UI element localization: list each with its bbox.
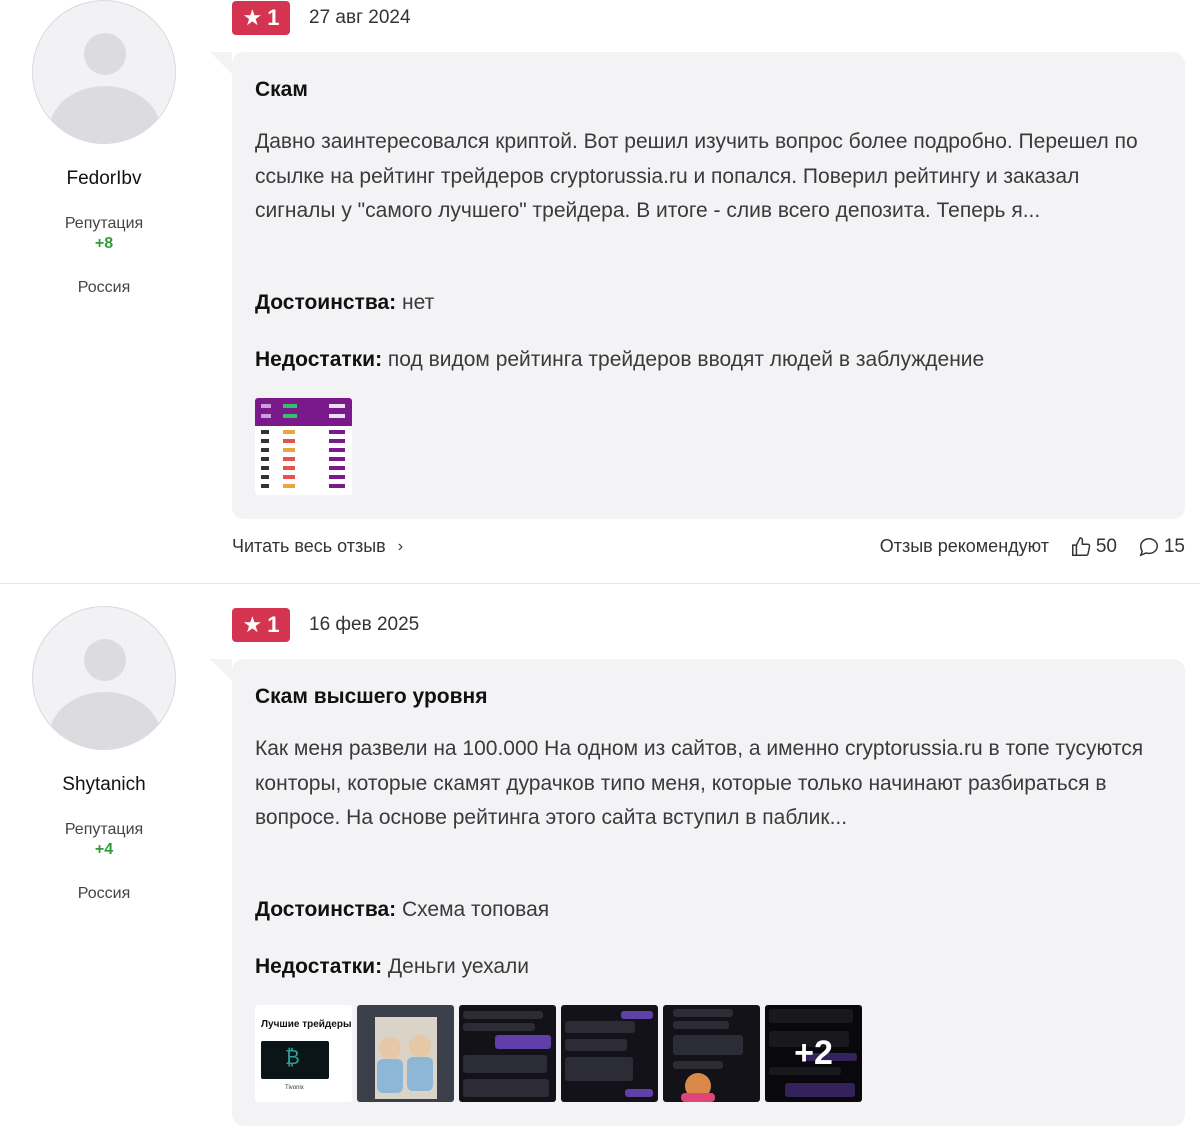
cons-text: под видом рейтинга трейдеров вводят люде… — [387, 348, 985, 371]
photo-thumbnail[interactable]: Лучшие трейдеры ₿ Tivonix — [255, 1005, 352, 1102]
comments-button[interactable]: 15 — [1138, 536, 1185, 558]
rating-badge: ★ 1 — [232, 1, 290, 35]
photo-thumbnail[interactable]: +2 — [765, 1005, 862, 1102]
thumb-caption: Tivonix — [285, 1085, 304, 1091]
review-item: FedorIbv Репутация +8 Россия ★ 1 27 авг … — [0, 0, 1200, 583]
thumbs-up-icon — [1071, 537, 1091, 556]
photo-thumbnail[interactable] — [561, 1005, 658, 1102]
author-country: Россия — [77, 279, 131, 296]
pros-text: Схема топовая — [402, 898, 550, 921]
star-icon: ★ — [242, 612, 263, 637]
cons-text: Деньги уехали — [387, 955, 529, 978]
rating-value: 1 — [267, 612, 280, 637]
review-title[interactable]: Скам высшего уровня — [255, 685, 487, 709]
reputation-label: Репутация — [64, 821, 144, 838]
read-more-link[interactable]: Читать весь отзыв › — [232, 536, 403, 557]
review-text: Давно заинтересовался криптой. Вот решил… — [255, 130, 1138, 222]
bitcoin-icon: ₿ — [285, 1047, 300, 1069]
review-card[interactable]: Скам Давно заинтересовался криптой. Вот … — [210, 52, 1185, 519]
photo-thumbnail[interactable] — [255, 398, 352, 495]
reputation-value: +4 — [94, 841, 114, 858]
review-card[interactable]: Скам высшего уровня Как меня развели на … — [210, 659, 1185, 1126]
like-button[interactable]: 50 — [1070, 536, 1117, 558]
pros-label: Достоинства: — [255, 898, 397, 921]
pros-text: нет — [402, 291, 435, 314]
author-country: Россия — [77, 885, 131, 902]
review-cons: Недостатки: Деньги уехали — [255, 955, 1155, 979]
review-item: Shytanich Репутация +4 Россия ★ 1 16 фев… — [0, 584, 1200, 1138]
review-cons: Недостатки: под видом рейтинга трейдеров… — [255, 348, 1155, 372]
author-name[interactable]: FedorIbv — [0, 168, 208, 190]
comment-icon — [1139, 538, 1158, 557]
pros-label: Достоинства: — [255, 291, 397, 314]
cons-label: Недостатки: — [255, 955, 383, 978]
rating-badge: ★ 1 — [232, 608, 290, 642]
review-title[interactable]: Скам — [255, 78, 308, 102]
review-pros: Достоинства: Схема топовая — [255, 898, 1155, 922]
more-photos-overlay[interactable]: +2 — [765, 1005, 862, 1102]
review-footer: Читать весь отзыв › Отзыв рекомендуют 50… — [232, 536, 1185, 566]
photo-thumbnails: Лучшие трейдеры ₿ Tivonix +2 — [255, 1005, 862, 1102]
likes-count: 50 — [1095, 536, 1117, 557]
photo-thumbnail[interactable] — [459, 1005, 556, 1102]
author-name[interactable]: Shytanich — [0, 774, 208, 796]
photo-thumbnails — [255, 398, 352, 495]
avatar[interactable] — [32, 606, 176, 750]
review-pros: Достоинства: нет — [255, 291, 1155, 315]
comments-count: 15 — [1163, 536, 1185, 557]
thumb-title: Лучшие трейдеры — [261, 1019, 352, 1030]
review-text: Как меня развели на 100.000 На одном из … — [255, 737, 1144, 829]
read-more-label: Читать весь отзыв — [232, 536, 386, 556]
photo-thumbnail[interactable] — [357, 1005, 454, 1102]
review-date: 16 фев 2025 — [309, 614, 420, 635]
star-icon: ★ — [242, 5, 263, 30]
reputation-label: Репутация — [64, 215, 144, 232]
chevron-right-icon: › — [397, 537, 404, 555]
cons-label: Недостатки: — [255, 348, 383, 371]
recommend-label: Отзыв рекомендуют — [879, 536, 1049, 556]
reputation-value: +8 — [94, 235, 114, 252]
avatar[interactable] — [32, 0, 176, 144]
photo-thumbnail[interactable] — [663, 1005, 760, 1102]
review-date: 27 авг 2024 — [309, 7, 411, 28]
rating-value: 1 — [267, 5, 280, 30]
